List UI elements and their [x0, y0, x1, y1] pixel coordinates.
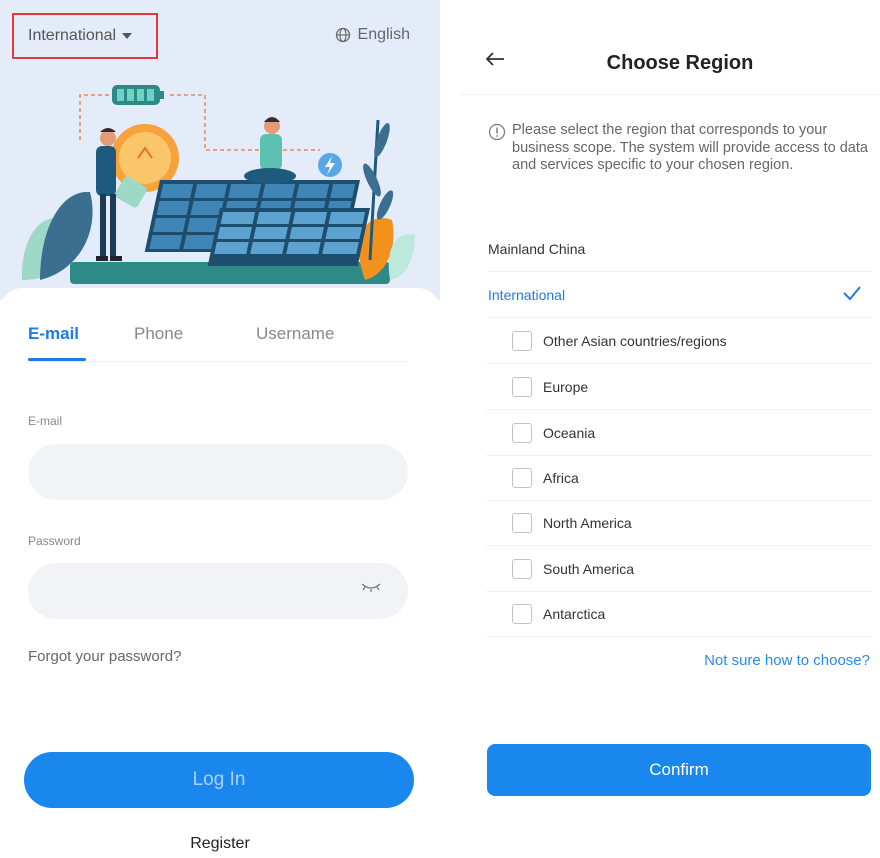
subregion-oceania[interactable]: Oceania: [486, 410, 872, 456]
confirm-button[interactable]: Confirm: [487, 744, 871, 796]
info-icon: [488, 123, 506, 141]
subregion-label: Oceania: [543, 424, 596, 441]
region-option-mainland-china[interactable]: Mainland China: [488, 226, 872, 272]
tab-phone[interactable]: Phone: [134, 324, 183, 344]
region-option-label: Mainland China: [488, 240, 586, 257]
subregion-antarctica[interactable]: Antarctica: [486, 591, 872, 637]
notice-text: Please select the region that correspond…: [512, 122, 868, 173]
subregion-label: Antarctica: [543, 605, 606, 622]
checkbox-icon[interactable]: [512, 376, 532, 397]
caret-down-icon: [122, 33, 133, 39]
language-selector[interactable]: English: [335, 26, 410, 44]
region-selector[interactable]: International: [12, 13, 158, 59]
subregion-label: Africa: [543, 469, 579, 486]
solar-illustration: [21, 85, 415, 284]
subregion-europe[interactable]: Europe: [486, 364, 872, 410]
subregion-africa[interactable]: Africa: [486, 455, 872, 501]
globe-icon: [335, 27, 350, 43]
subregion-label: South America: [543, 560, 635, 577]
email-label: E-mail: [28, 414, 63, 428]
header-divider: [460, 94, 880, 95]
subregion-label: Europe: [543, 378, 589, 395]
checkbox-icon[interactable]: [512, 330, 532, 351]
tab-email[interactable]: E-mail: [28, 324, 79, 344]
forgot-password-link[interactable]: Forgot your password?: [28, 648, 181, 665]
checkbox-icon[interactable]: [512, 512, 532, 533]
region-notice: Please select the region that correspond…: [488, 122, 868, 175]
choose-region-screen: Choose Region Please select the region t…: [460, 0, 880, 858]
checkbox-icon[interactable]: [512, 422, 532, 443]
checkbox-icon[interactable]: [512, 467, 532, 488]
checkbox-icon[interactable]: [512, 603, 532, 624]
hero-banner: International English: [0, 0, 440, 300]
login-tabs: E-mail Phone Username: [28, 324, 408, 362]
register-link[interactable]: Register: [0, 835, 440, 853]
password-label: Password: [28, 534, 81, 548]
login-button[interactable]: Log In: [24, 752, 414, 808]
help-link[interactable]: Not sure how to choose?: [704, 652, 870, 669]
password-field[interactable]: [28, 563, 408, 619]
region-option-international[interactable]: International: [488, 272, 872, 318]
region-option-label: International: [488, 286, 566, 303]
active-tab-indicator: [28, 358, 86, 361]
page-title: Choose Region: [606, 52, 754, 74]
region-selector-label: International: [28, 27, 117, 44]
checkmark-icon: [843, 286, 861, 301]
login-screen: International English E-mail Phone Usern…: [0, 0, 440, 858]
subregion-label: North America: [543, 514, 632, 531]
tab-username[interactable]: Username: [256, 324, 334, 344]
eye-closed-icon[interactable]: [360, 581, 382, 593]
checkbox-icon[interactable]: [512, 558, 532, 579]
email-field[interactable]: [28, 444, 408, 500]
subregion-label: Other Asian countries/regions: [543, 332, 727, 349]
subregion-north-america[interactable]: North America: [486, 500, 872, 546]
subregion-other-asian[interactable]: Other Asian countries/regions: [486, 318, 872, 364]
language-label: English: [357, 26, 410, 43]
subregion-south-america[interactable]: South America: [486, 546, 872, 592]
